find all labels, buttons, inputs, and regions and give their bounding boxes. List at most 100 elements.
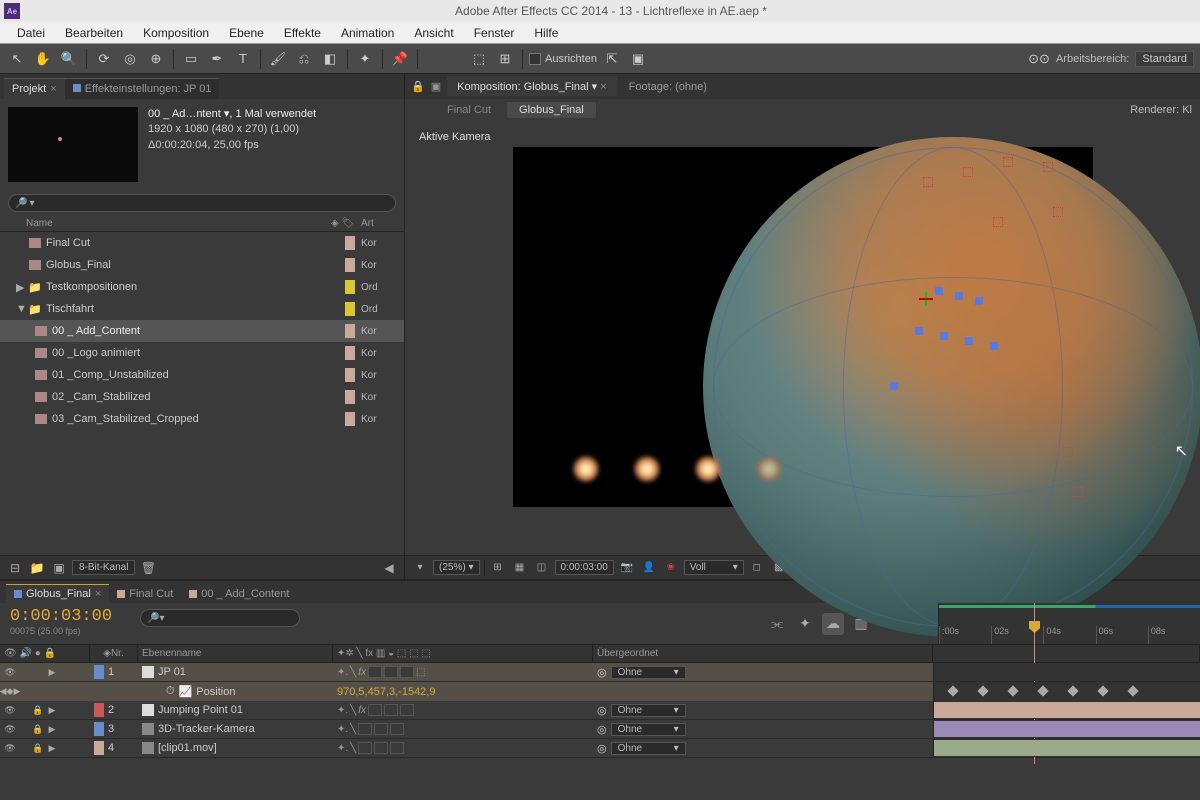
label-color[interactable] xyxy=(345,368,355,382)
renderer-value[interactable]: Kl xyxy=(1182,104,1192,116)
tab-composition[interactable]: Komposition: Globus_Final ▾ × xyxy=(447,77,617,96)
project-item[interactable]: Final CutKor xyxy=(0,232,404,254)
visibility-toggle-icon[interactable]: 👁 xyxy=(4,742,16,754)
track-point[interactable] xyxy=(965,337,973,345)
solo-toggle-icon[interactable] xyxy=(18,742,30,754)
tab-effect-controls[interactable]: Effekteinstellungen: JP 01 xyxy=(65,78,220,99)
track-point[interactable] xyxy=(940,332,948,340)
selection-tool-icon[interactable]: ↖ xyxy=(6,48,28,70)
keyframe-icon[interactable] xyxy=(947,685,958,696)
current-time-display[interactable]: 0:00:03:00 xyxy=(555,560,614,575)
zoom-tool-icon[interactable]: 🔍 xyxy=(58,48,80,70)
layer-clip[interactable] xyxy=(934,721,1200,737)
bit-depth-selector[interactable]: 8-Bit-Kanal xyxy=(72,560,135,575)
layer-clip[interactable] xyxy=(934,740,1200,756)
parent-dropdown[interactable]: Ohne▾ xyxy=(611,704,686,717)
pickwhip-icon[interactable]: ◎ xyxy=(597,704,607,717)
lock-toggle-icon[interactable]: 🔒 xyxy=(32,723,44,735)
rotation-tool-icon[interactable]: ⟳ xyxy=(93,48,115,70)
layer-clip[interactable] xyxy=(934,702,1200,718)
project-item[interactable]: 00 _ Add_ContentKor xyxy=(0,320,404,342)
label-color[interactable] xyxy=(345,236,355,250)
label-color[interactable] xyxy=(345,280,355,294)
lock-icon[interactable]: 🔒 xyxy=(411,80,425,93)
keyframe-icon[interactable] xyxy=(977,685,988,696)
label-color[interactable] xyxy=(345,258,355,272)
parent-dropdown[interactable]: Ohne▾ xyxy=(611,742,686,755)
keyframe-icon[interactable] xyxy=(1097,685,1108,696)
color-management-icon[interactable]: ❀ xyxy=(662,559,680,577)
layer-switches[interactable]: ✦. ╲ xyxy=(333,720,593,738)
label-color[interactable] xyxy=(345,324,355,338)
work-area-bar[interactable] xyxy=(939,605,1200,608)
project-item[interactable]: 01 _Comp_UnstabilizedKor xyxy=(0,364,404,386)
pickwhip-icon[interactable]: ◎ xyxy=(597,742,607,755)
snap-checkbox[interactable]: Ausrichten xyxy=(529,53,597,65)
show-channel-icon[interactable]: 👤 xyxy=(640,559,658,577)
roto-tool-icon[interactable]: ✦ xyxy=(354,48,376,70)
label-color[interactable] xyxy=(345,412,355,426)
keyframe-nav-icon[interactable]: ◀◆▶ xyxy=(4,686,16,698)
timeline-layer-row[interactable]: 👁🔒▶33D-Tracker-Kamera✦. ╲ ◎ Ohne▾ xyxy=(0,720,1200,739)
camera-tool-icon[interactable]: ◎ xyxy=(119,48,141,70)
pan-behind-tool-icon[interactable]: ⊕ xyxy=(145,48,167,70)
layer-color-swatch[interactable] xyxy=(94,665,104,679)
snapshot-icon[interactable]: 📷 xyxy=(618,559,636,577)
track-point[interactable] xyxy=(975,297,983,305)
lock-toggle-icon[interactable]: 🔒 xyxy=(32,742,44,754)
tab-footage[interactable]: Footage: (ohne) xyxy=(619,78,717,96)
col-name[interactable]: Name xyxy=(8,218,331,229)
solo-toggle-icon[interactable] xyxy=(18,666,30,678)
menu-hilfe[interactable]: Hilfe xyxy=(525,24,567,42)
layer-switches[interactable]: ✦. ╲ fx ⬚ xyxy=(333,663,593,681)
keyframe-icon[interactable] xyxy=(1037,685,1048,696)
breadcrumb-globus[interactable]: Globus_Final xyxy=(507,102,596,118)
visibility-toggle-icon[interactable]: 👁 xyxy=(4,704,16,716)
eraser-tool-icon[interactable]: ◧ xyxy=(319,48,341,70)
track-point[interactable] xyxy=(935,287,943,295)
disclosure-arrow-icon[interactable]: ▶ xyxy=(46,723,58,735)
new-folder-icon[interactable]: 📁 xyxy=(28,559,46,577)
timeline-ruler[interactable]: :00s 02s 04s 06s 08s xyxy=(938,603,1200,644)
stopwatch-icon[interactable]: ⏱ xyxy=(166,685,175,698)
close-icon[interactable]: × xyxy=(95,588,101,600)
layer-color-swatch[interactable] xyxy=(94,703,104,717)
workspace-dropdown[interactable]: Standard xyxy=(1135,51,1194,67)
project-search-input[interactable]: 🔎▾ xyxy=(8,194,396,212)
graph-icon[interactable]: 📈 xyxy=(179,685,193,698)
menu-datei[interactable]: Datei xyxy=(8,24,54,42)
new-comp-icon[interactable]: ▣ xyxy=(50,559,68,577)
lock-toggle-icon[interactable]: 🔒 xyxy=(32,704,44,716)
tl-tab-finalcut[interactable]: Final Cut xyxy=(109,585,181,603)
project-item[interactable]: 02 _Cam_StabilizedKor xyxy=(0,386,404,408)
close-icon[interactable]: × xyxy=(600,81,606,93)
layer-track[interactable] xyxy=(933,739,1200,757)
resolution-icon[interactable]: ⊞ xyxy=(489,559,507,577)
interpret-footage-icon[interactable]: ⊟ xyxy=(6,559,24,577)
layer-track[interactable] xyxy=(933,701,1200,719)
timeline-layer-row[interactable]: 👁🔒▶2Jumping Point 01✦. ╲ fx ◎ Ohne▾ xyxy=(0,701,1200,720)
scroll-left-icon[interactable]: ◀ xyxy=(380,559,398,577)
layer-switches[interactable]: ✦. ╲ xyxy=(333,739,593,757)
delete-icon[interactable]: 🗑 xyxy=(139,559,157,577)
visibility-toggle-icon[interactable]: 👁 xyxy=(4,666,16,678)
menu-fenster[interactable]: Fenster xyxy=(465,24,524,42)
pickwhip-icon[interactable]: ◎ xyxy=(597,723,607,736)
always-preview-icon[interactable]: ▾ xyxy=(411,559,429,577)
clone-tool-icon[interactable]: ⎌ xyxy=(293,48,315,70)
search-help-icon[interactable]: ⊙⊙ xyxy=(1028,48,1050,70)
parent-dropdown[interactable]: Ohne▾ xyxy=(611,723,686,736)
solo-toggle-icon[interactable] xyxy=(18,723,30,735)
local-axis-icon[interactable]: ⬚ xyxy=(468,48,490,70)
tab-projekt[interactable]: Projekt× xyxy=(4,78,65,99)
tl-tab-addcontent[interactable]: 00 _ Add_Content xyxy=(181,585,297,603)
label-color[interactable] xyxy=(345,302,355,316)
viewer-canvas[interactable] xyxy=(513,147,1093,507)
breadcrumb-finalcut[interactable]: Final Cut xyxy=(435,102,503,118)
disclosure-arrow-icon[interactable]: ▶ xyxy=(16,281,28,294)
close-icon[interactable]: × xyxy=(50,83,56,95)
menu-effekte[interactable]: Effekte xyxy=(275,24,330,42)
disclosure-arrow-icon[interactable]: ▶ xyxy=(46,704,58,716)
keyframe-icon[interactable] xyxy=(1007,685,1018,696)
label-color[interactable] xyxy=(345,346,355,360)
